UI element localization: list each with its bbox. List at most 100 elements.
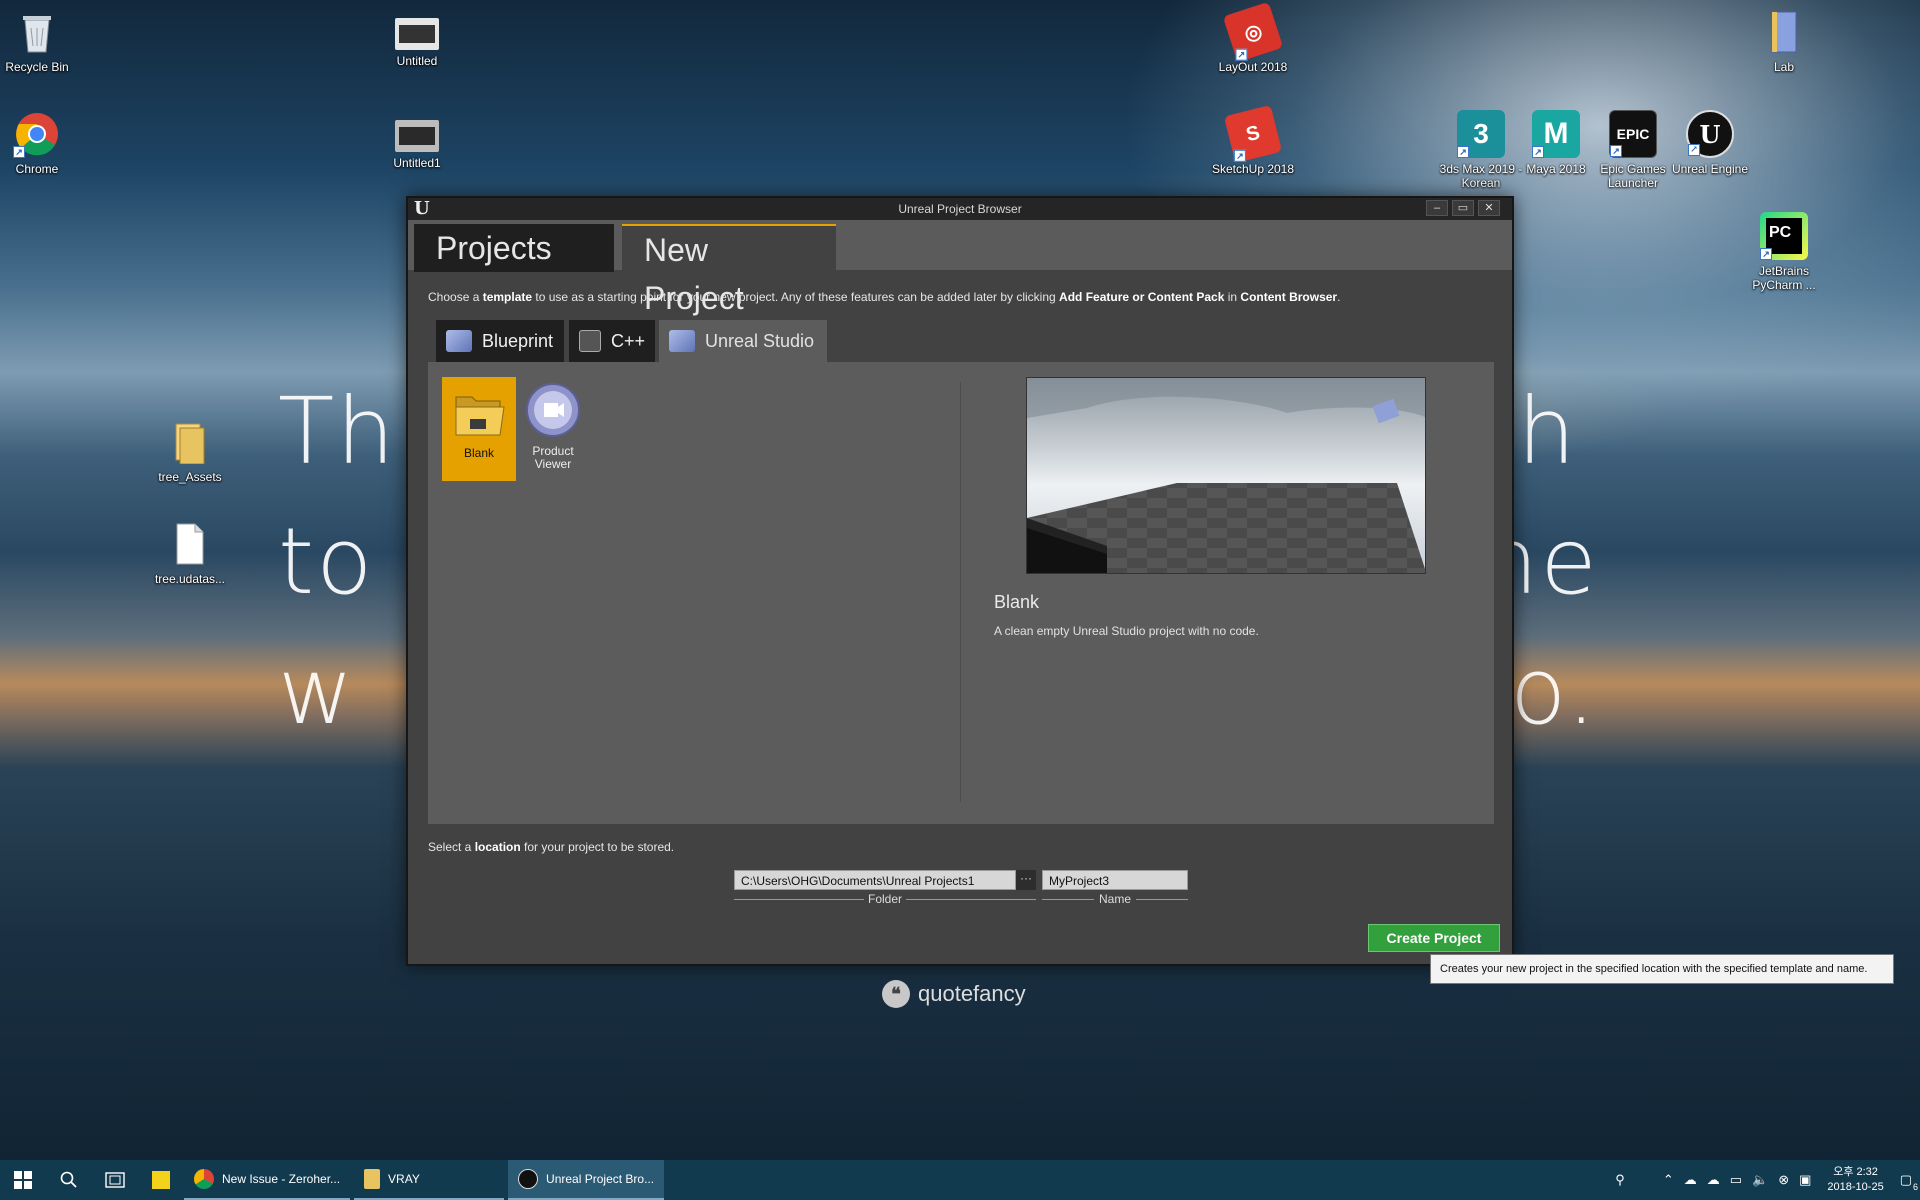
name-label: Name [1042,892,1188,906]
taskbar-app-vray[interactable]: VRAY [354,1160,505,1200]
template-preview-description: A clean empty Unreal Studio project with… [994,624,1259,638]
cpp-icon [579,330,601,352]
desktop-icon-sketchup[interactable]: S ↗ SketchUp 2018 [1211,104,1295,176]
desktop-icon-label: Epic Games Launcher [1600,162,1666,190]
template-panel: Blank Product Viewer Blank A clean empty… [428,362,1494,824]
3dsmax-icon: 3 ↗ [1457,110,1505,158]
file-icon [395,120,439,152]
maya-icon: M ↗ [1532,110,1580,158]
desktop-icon-maya[interactable]: M ↗ Maya 2018 [1514,110,1598,176]
desktop-icon-tree-udatasmith[interactable]: tree.udatas... [148,520,232,586]
create-project-button[interactable]: Create Project [1368,924,1500,952]
cloud-icon[interactable]: ☁ [1684,1172,1697,1188]
desktop-icon-label: Untitled [396,54,438,68]
browse-folder-button[interactable]: ··· [1016,870,1036,890]
tab-new-project[interactable]: New Project [622,224,836,316]
notification-center-icon[interactable]: ▢ 6 [1900,1172,1918,1192]
document-icon [166,520,214,568]
chrome-icon: ↗ [13,110,61,158]
desktop-icon-tree-assets[interactable]: tree_Assets [148,418,232,484]
template-preview-image [1026,377,1426,574]
desktop-icon-label: Chrome [15,162,59,176]
people-icon[interactable]: ⚲ [1615,1172,1625,1188]
folder-icon [364,1169,381,1189]
desktop-icon-label: Untitled1 [393,156,441,170]
volume-muted-icon[interactable]: 🔈 [1752,1172,1768,1188]
quote-fragment: to [278,508,375,615]
search-icon[interactable] [46,1160,92,1200]
blueprint-icon [446,330,472,352]
ime-icon[interactable]: ▣ [1799,1172,1811,1188]
task-view-icon[interactable] [92,1160,138,1200]
desktop-icon-chrome[interactable]: ↗ Chrome [0,110,79,176]
template-preview-title: Blank [994,592,1040,612]
desktop-icon-layout[interactable]: ◎ ↗ LayOut 2018 [1211,1,1295,74]
sticky-notes-icon[interactable] [138,1160,184,1200]
project-name-field[interactable]: MyProject3 [1042,870,1188,890]
desktop-icon-3dsmax[interactable]: 3 ↗ 3ds Max 2019 - Korean [1439,110,1523,190]
desktop-icon-label: Lab [1773,60,1795,74]
quote-fragment: o. [1510,638,1598,745]
chrome-icon [194,1169,214,1189]
unreal-project-browser-window: U Unreal Project Browser ‒ ▭ ✕ Projects … [406,196,1514,966]
folder-icon [450,383,508,441]
start-button[interactable] [0,1160,46,1200]
taskbar: New Issue - Zeroher... VRAY Unreal Proje… [0,1160,1920,1200]
window-titlebar[interactable]: U Unreal Project Browser ‒ ▭ ✕ [408,198,1512,220]
recycle-bin-icon [13,8,61,56]
folder-path-field[interactable]: C:\Users\OHG\Documents\Unreal Projects1 [734,870,1016,890]
quote-icon: ❝ [882,980,910,1008]
sketchup-icon: S ↗ [1223,104,1283,164]
desktop-icon-label: Recycle Bin [5,60,69,74]
epic-games-icon: EPIC ↗ [1609,110,1657,158]
layout-icon: ◎ ↗ [1222,1,1284,63]
desktop-icon-untitled1[interactable]: Untitled1 [375,120,459,170]
desktop-icon-recycle-bin[interactable]: Recycle Bin [0,8,79,74]
template-product-viewer[interactable]: Product Viewer [516,377,590,481]
quote-fragment: w [278,638,356,745]
taskbar-app-unreal-project-browser[interactable]: Unreal Project Bro... [508,1160,665,1200]
maximize-button[interactable]: ▭ [1452,200,1474,216]
window-title: Unreal Project Browser [898,202,1022,216]
network-icon[interactable]: ▭ [1730,1172,1742,1188]
system-tray: ⚲ ⌃ ☁ ☁ ▭ 🔈 ⊗ ▣ 오후 2:32 2018-10-25 ▢ 6 [1615,1160,1920,1200]
window-controls: ‒ ▭ ✕ [1426,200,1500,216]
taskbar-app-chrome[interactable]: New Issue - Zeroher... [184,1160,351,1200]
panel-divider [960,382,961,802]
tab-projects[interactable]: Projects [414,224,614,272]
onedrive-icon[interactable]: ☁ [1707,1172,1720,1188]
pycharm-icon: PC ↗ [1760,212,1808,260]
desktop-icon-label: LayOut 2018 [1218,60,1288,74]
location-instruction: Select a location for your project to be… [428,840,675,854]
folder-icon [166,418,214,466]
folder-label: Folder [734,892,1036,906]
desktop-icon-lab[interactable]: Lab [1742,8,1826,74]
desktop-icon-label: Unreal Engine [1671,162,1749,176]
subtab-unreal-studio[interactable]: Unreal Studio [659,320,827,362]
template-blank[interactable]: Blank [442,377,516,481]
minimize-button[interactable]: ‒ [1426,200,1448,216]
close-button[interactable]: ✕ [1478,200,1500,216]
desktop-icon-label: tree_Assets [158,470,222,484]
desktop-icon-label: JetBrains PyCharm ... [1752,264,1816,292]
desktop-icon-unreal-engine[interactable]: U ↗ Unreal Engine [1668,110,1752,176]
product-viewer-icon [524,381,582,439]
desktop-icon-untitled[interactable]: Untitled [375,18,459,68]
chevron-up-icon[interactable]: ⌃ [1663,1172,1674,1188]
subtab-blueprint[interactable]: Blueprint [436,320,564,362]
quotefancy-watermark: ❝ quotefancy [882,980,1026,1008]
clock[interactable]: 오후 2:32 2018-10-25 [1827,1165,1883,1195]
blueprint-icon [669,330,695,352]
desktop-icon-epic-games[interactable]: EPIC ↗ Epic Games Launcher [1591,110,1675,190]
unreal-logo-icon: U [414,198,430,219]
create-project-tooltip: Creates your new project in the specifie… [1430,954,1894,984]
desktop-icon-pycharm[interactable]: PC ↗ JetBrains PyCharm ... [1742,212,1826,292]
file-icon [395,18,439,50]
unreal-engine-icon [518,1169,539,1189]
template-instruction: Choose a template to use as a starting p… [428,290,1341,304]
desktop-icon-label: Maya 2018 [1526,162,1586,176]
quote-fragment: Th [278,378,397,485]
error-icon[interactable]: ⊗ [1778,1172,1789,1188]
unreal-engine-icon: U ↗ [1686,110,1734,158]
subtab-cpp[interactable]: C++ [569,320,655,362]
